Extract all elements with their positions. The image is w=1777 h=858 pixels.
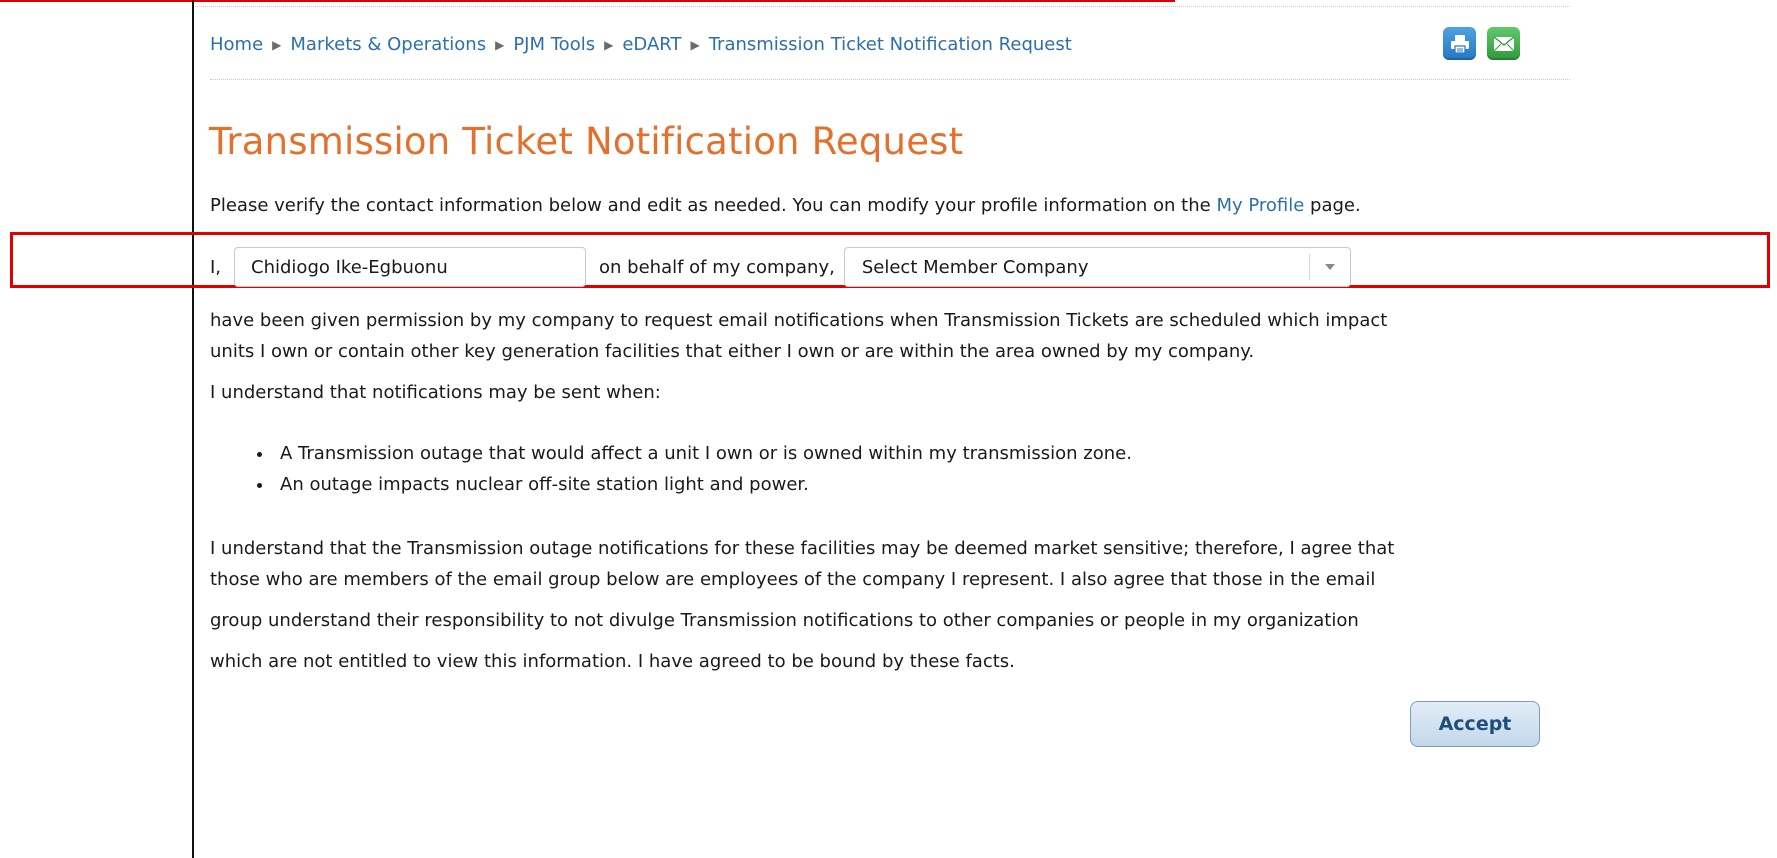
- conditions-list: A Transmission outage that would affect …: [250, 438, 1132, 500]
- name-input[interactable]: [234, 247, 587, 287]
- member-company-selected-value: Select Member Company: [861, 256, 1089, 278]
- breadcrumb-edart[interactable]: eDART: [622, 34, 681, 55]
- select-divider: [1308, 254, 1310, 280]
- agreement-line-1: I understand that the Transmission outag…: [210, 538, 1395, 559]
- form-middle-label: on behalf of my company,: [599, 256, 835, 278]
- requester-form-row: I, on behalf of my company, Select Membe…: [210, 247, 1351, 287]
- top-red-line: [0, 0, 1175, 2]
- agreement-line-2: those who are members of the email group…: [210, 569, 1376, 590]
- list-item: An outage impacts nuclear off-site stati…: [250, 469, 1132, 500]
- breadcrumb-pjm-tools[interactable]: PJM Tools: [513, 34, 595, 55]
- chevron-down-icon[interactable]: [1324, 264, 1335, 270]
- left-border: [192, 0, 194, 858]
- permission-line-2: units I own or contain other key generat…: [210, 341, 1255, 362]
- intro-text-after: page.: [1304, 195, 1361, 216]
- intro-text-before: Please verify the contact information be…: [210, 195, 1217, 216]
- list-item: A Transmission outage that would affect …: [250, 438, 1132, 469]
- email-icon[interactable]: [1487, 27, 1520, 60]
- breadcrumb-divider: [210, 79, 1570, 80]
- breadcrumb-separator-icon: ▶: [690, 38, 700, 52]
- top-divider: [195, 6, 1570, 7]
- print-icon[interactable]: [1443, 27, 1476, 60]
- breadcrumb-separator-icon: ▶: [272, 38, 282, 52]
- permission-line-1: have been given permission by my company…: [210, 310, 1388, 331]
- breadcrumb-separator-icon: ▶: [604, 38, 614, 52]
- breadcrumb-current-page[interactable]: Transmission Ticket Notification Request: [709, 34, 1072, 55]
- agreement-line-3: group understand their responsibility to…: [210, 610, 1359, 631]
- breadcrumb-separator-icon: ▶: [495, 38, 505, 52]
- breadcrumb: Home ▶ Markets & Operations ▶ PJM Tools ▶ eDAR…: [210, 34, 1072, 55]
- agreement-line-4: which are not entitled to view this info…: [210, 651, 1015, 672]
- breadcrumb-home[interactable]: Home: [210, 34, 263, 55]
- page: Home ▶ Markets & Operations ▶ PJM Tools ▶ eDAR…: [0, 0, 1777, 858]
- intro-text: Please verify the contact information be…: [210, 190, 1361, 221]
- permission-line-3: I understand that notifications may be s…: [210, 382, 661, 403]
- header-actions: [1443, 27, 1520, 60]
- accept-button[interactable]: Accept: [1410, 701, 1540, 747]
- breadcrumb-markets-operations[interactable]: Markets & Operations: [290, 34, 486, 55]
- form-prefix-label: I,: [210, 256, 222, 278]
- member-company-select[interactable]: Select Member Company: [843, 247, 1351, 287]
- page-title: Transmission Ticket Notification Request: [209, 120, 964, 163]
- my-profile-link[interactable]: My Profile: [1216, 195, 1304, 216]
